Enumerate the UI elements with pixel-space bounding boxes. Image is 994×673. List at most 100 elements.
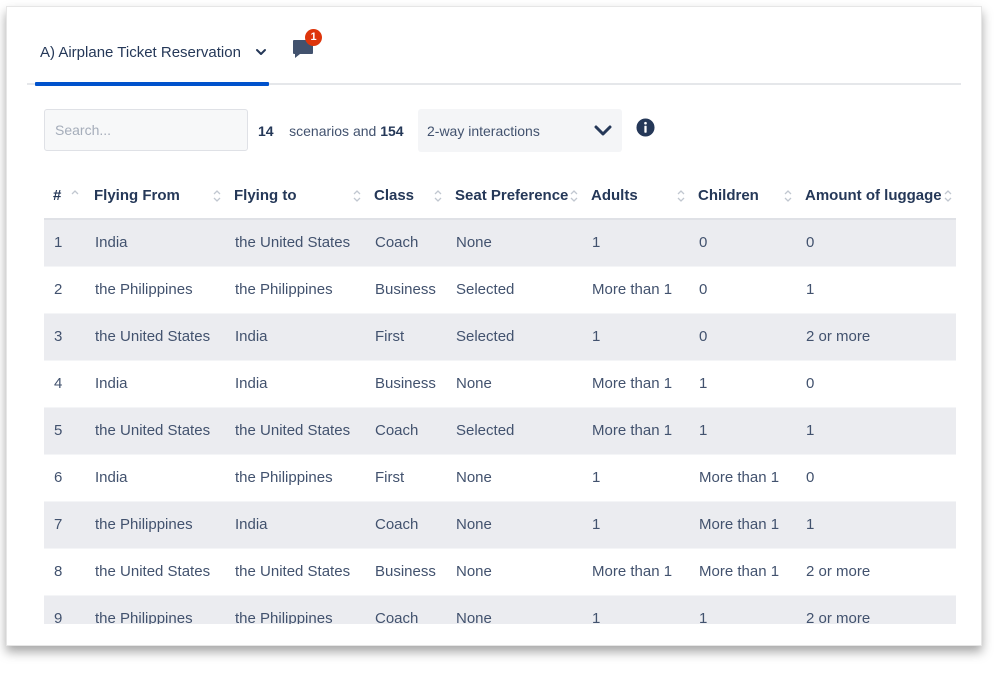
comments-button[interactable]: 1 bbox=[291, 27, 331, 63]
table-cell: the United States bbox=[225, 407, 365, 454]
scenarios-table-container[interactable]: # Flying From Flying to Class Seat Prefe… bbox=[44, 172, 956, 624]
table-cell: the United States bbox=[225, 219, 365, 266]
table-cell: Business bbox=[365, 360, 446, 407]
table-cell: 1 bbox=[582, 454, 689, 501]
scenarios-text: scenarios and bbox=[289, 123, 377, 139]
column-header-children[interactable]: Children bbox=[689, 172, 796, 220]
table-cell: 0 bbox=[796, 360, 956, 407]
column-header-flying-from[interactable]: Flying From bbox=[85, 172, 225, 220]
select-value: 2-way interactions bbox=[427, 123, 540, 139]
table-cell: More than 1 bbox=[582, 266, 689, 313]
sort-icon bbox=[213, 190, 221, 202]
table-row: 4 India India Business None More than 1 … bbox=[44, 360, 956, 407]
column-header-label: Seat Preference bbox=[455, 186, 569, 204]
main-panel: A) Airplane Ticket Reservation 1 14 scen… bbox=[6, 6, 982, 646]
table-cell: More than 1 bbox=[689, 548, 796, 595]
table-cell: 6 bbox=[44, 454, 85, 501]
table-row: 2 the Philippines the Philippines Busine… bbox=[44, 266, 956, 313]
tab-airplane-ticket-reservation[interactable]: A) Airplane Ticket Reservation bbox=[35, 37, 269, 86]
search-input[interactable] bbox=[44, 109, 248, 151]
table-cell: India bbox=[85, 454, 225, 501]
table-cell: 0 bbox=[796, 454, 956, 501]
table-cell: More than 1 bbox=[582, 360, 689, 407]
table-cell: 0 bbox=[689, 219, 796, 266]
column-header-label: Children bbox=[698, 186, 759, 204]
table-cell: Business bbox=[365, 548, 446, 595]
table-cell: More than 1 bbox=[582, 548, 689, 595]
table-cell: None bbox=[446, 454, 582, 501]
table-cell: None bbox=[446, 219, 582, 266]
chevron-down-icon bbox=[256, 49, 266, 55]
table-cell: 1 bbox=[582, 313, 689, 360]
table-cell: the United States bbox=[85, 407, 225, 454]
table-cell: the Philippines bbox=[85, 595, 225, 624]
table-cell: 8 bbox=[44, 548, 85, 595]
table-cell: None bbox=[446, 360, 582, 407]
column-header-class[interactable]: Class bbox=[365, 172, 446, 220]
scenarios-count: 14 bbox=[258, 123, 274, 139]
table-cell: 9 bbox=[44, 595, 85, 624]
table-cell: More than 1 bbox=[689, 454, 796, 501]
table-cell: 1 bbox=[582, 219, 689, 266]
table-cell: 1 bbox=[44, 219, 85, 266]
column-header-flying-to[interactable]: Flying to bbox=[225, 172, 365, 220]
table-cell: 5 bbox=[44, 407, 85, 454]
table-cell: None bbox=[446, 501, 582, 548]
table-cell: the Philippines bbox=[85, 266, 225, 313]
scenario-summary: 14 scenarios and 154 bbox=[258, 123, 404, 139]
table-cell: Coach bbox=[365, 219, 446, 266]
table-cell: 1 bbox=[796, 407, 956, 454]
interaction-strength-select[interactable]: 2-way interactions bbox=[418, 109, 622, 152]
table-cell: 1 bbox=[689, 360, 796, 407]
column-header-label: # bbox=[53, 186, 62, 204]
column-header-amount-of-luggage[interactable]: Amount of luggage bbox=[796, 172, 956, 220]
column-header-label: Adults bbox=[591, 186, 638, 204]
table-cell: 2 or more bbox=[796, 313, 956, 360]
column-header-adults[interactable]: Adults bbox=[582, 172, 689, 220]
table-cell: the Philippines bbox=[85, 501, 225, 548]
sort-icon bbox=[944, 190, 952, 202]
column-header-seat-preference[interactable]: Seat Preference bbox=[446, 172, 582, 220]
table-cell: More than 1 bbox=[582, 407, 689, 454]
column-header-label: Flying to bbox=[234, 186, 297, 204]
table-cell: the Philippines bbox=[225, 454, 365, 501]
sort-icon bbox=[71, 190, 79, 195]
chevron-down-icon bbox=[594, 125, 612, 136]
table-cell: First bbox=[365, 454, 446, 501]
table-cell: India bbox=[225, 501, 365, 548]
table-row: 7 the Philippines India Coach None 1 Mor… bbox=[44, 501, 956, 548]
scenarios-table: # Flying From Flying to Class Seat Prefe… bbox=[44, 172, 956, 624]
sort-icon bbox=[677, 190, 685, 202]
table-cell: Coach bbox=[365, 501, 446, 548]
table-cell: the United States bbox=[85, 313, 225, 360]
table-cell: India bbox=[225, 313, 365, 360]
table-cell: 1 bbox=[582, 501, 689, 548]
info-icon[interactable] bbox=[636, 118, 655, 137]
table-cell: More than 1 bbox=[689, 501, 796, 548]
column-header-label: Flying From bbox=[94, 186, 180, 204]
sort-icon bbox=[784, 190, 792, 202]
active-tab-indicator bbox=[35, 82, 269, 86]
table-cell: 1 bbox=[689, 595, 796, 624]
table-cell: Selected bbox=[446, 313, 582, 360]
table-cell: the Philippines bbox=[225, 266, 365, 313]
table-cell: 7 bbox=[44, 501, 85, 548]
sort-icon bbox=[570, 190, 578, 202]
table-row: 6 India the Philippines First None 1 Mor… bbox=[44, 454, 956, 501]
table-cell: 4 bbox=[44, 360, 85, 407]
table-cell: Selected bbox=[446, 407, 582, 454]
table-cell: None bbox=[446, 595, 582, 624]
table-cell: None bbox=[446, 548, 582, 595]
tab-bar: A) Airplane Ticket Reservation 1 bbox=[27, 7, 961, 86]
table-cell: Coach bbox=[365, 595, 446, 624]
notification-badge: 1 bbox=[305, 29, 322, 46]
column-header-number[interactable]: # bbox=[44, 172, 85, 220]
table-cell: 2 or more bbox=[796, 595, 956, 624]
table-cell: India bbox=[225, 360, 365, 407]
table-cell: the United States bbox=[225, 548, 365, 595]
table-cell: Selected bbox=[446, 266, 582, 313]
table-cell: the Philippines bbox=[225, 595, 365, 624]
tab-label: A) Airplane Ticket Reservation bbox=[40, 44, 241, 61]
table-cell: 3 bbox=[44, 313, 85, 360]
table-cell: Coach bbox=[365, 407, 446, 454]
